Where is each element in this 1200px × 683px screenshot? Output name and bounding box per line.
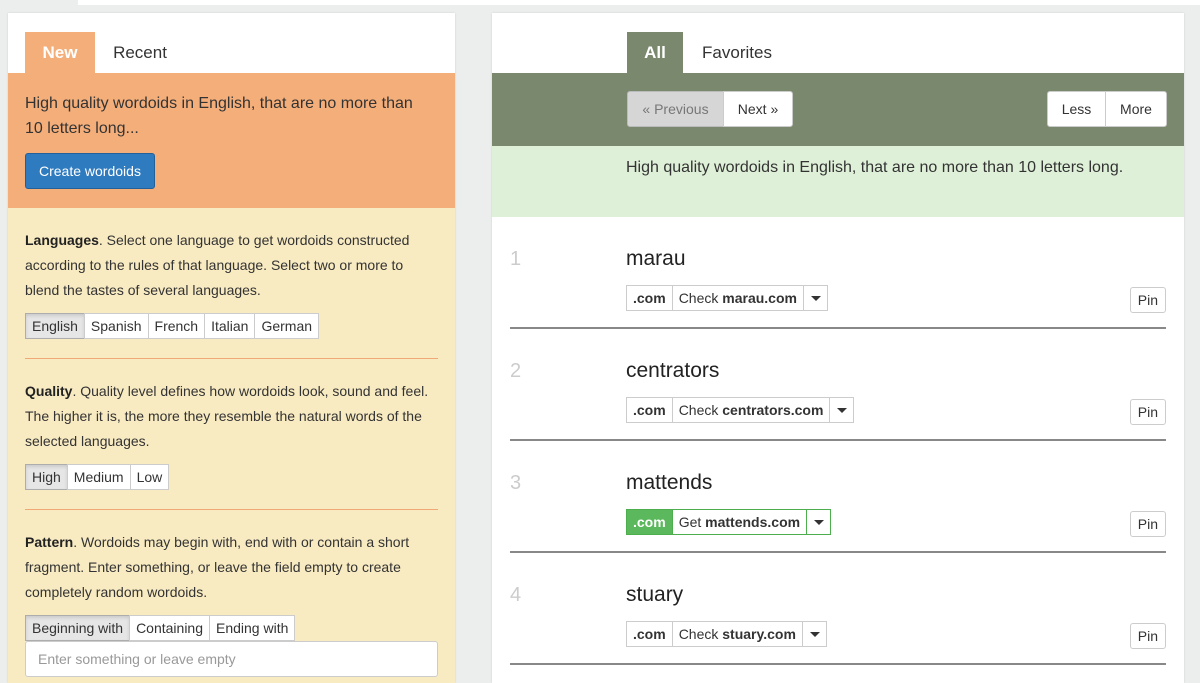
domain-name: mattends.com bbox=[705, 514, 801, 530]
quality-title: Quality bbox=[25, 383, 73, 399]
generator-summary: High quality wordoids in English, that a… bbox=[8, 73, 455, 208]
pattern-input[interactable] bbox=[25, 641, 438, 677]
more-button[interactable]: More bbox=[1105, 91, 1167, 127]
domain-action-label: Check bbox=[678, 290, 719, 306]
create-wordoids-button[interactable]: Create wordoids bbox=[25, 153, 155, 189]
domain-action-label: Check bbox=[678, 402, 719, 418]
domain-tld-button[interactable]: .com bbox=[626, 621, 673, 647]
check-domain-button[interactable]: Check stuary.com bbox=[672, 621, 803, 647]
pattern-option-containing[interactable]: Containing bbox=[129, 615, 210, 641]
less-button[interactable]: Less bbox=[1047, 91, 1106, 127]
pin-button[interactable]: Pin bbox=[1129, 287, 1166, 313]
domain-button-group: .com Check marau.com bbox=[626, 285, 828, 311]
domain-action-label: Check bbox=[678, 626, 719, 642]
tab-recent[interactable]: Recent bbox=[105, 32, 175, 73]
language-option-french[interactable]: French bbox=[147, 313, 206, 339]
result-number: 3 bbox=[510, 472, 522, 494]
tab-favorites[interactable]: Favorites bbox=[692, 32, 782, 73]
domain-name: marau.com bbox=[722, 290, 797, 306]
tab-new[interactable]: New bbox=[25, 32, 95, 73]
result-word: stuary bbox=[626, 583, 684, 606]
get-domain-button[interactable]: Get mattends.com bbox=[672, 509, 808, 535]
next-page-button[interactable]: Next » bbox=[723, 91, 793, 127]
quality-selector: High Medium Low bbox=[25, 464, 438, 490]
result-number: 1 bbox=[510, 248, 522, 270]
list-item: 2 centrators .com Check centrators.com P… bbox=[510, 329, 1166, 441]
result-number: 4 bbox=[510, 584, 522, 606]
domain-button-group: .com Check stuary.com bbox=[626, 621, 827, 647]
chevron-down-icon[interactable] bbox=[830, 397, 855, 423]
languages-section: Languages. Select one language to get wo… bbox=[25, 228, 438, 339]
previous-page-button[interactable]: « Previous bbox=[627, 91, 724, 127]
quality-option-low[interactable]: Low bbox=[129, 464, 170, 490]
results-tabs: All Favorites bbox=[492, 13, 1184, 73]
language-option-english[interactable]: English bbox=[25, 313, 85, 339]
pin-button[interactable]: Pin bbox=[1129, 511, 1166, 537]
domain-tld-button[interactable]: .com bbox=[626, 397, 673, 423]
languages-help: Languages. Select one language to get wo… bbox=[25, 228, 440, 303]
domain-tld-button[interactable]: .com bbox=[626, 285, 673, 311]
generator-tabs: New Recent bbox=[8, 13, 455, 73]
results-info: High quality wordoids in English, that a… bbox=[492, 146, 1184, 217]
check-domain-button[interactable]: Check marau.com bbox=[672, 285, 804, 311]
result-number: 2 bbox=[510, 360, 522, 382]
list-item: 1 marau .com Check marau.com Pin bbox=[510, 217, 1166, 329]
section-divider bbox=[25, 509, 438, 510]
quality-text: . Quality level defines how wordoids loo… bbox=[25, 383, 429, 449]
quality-option-medium[interactable]: Medium bbox=[66, 464, 131, 490]
language-option-spanish[interactable]: Spanish bbox=[83, 313, 149, 339]
results-panel: All Favorites « Previous Next » Less Mor… bbox=[492, 13, 1184, 683]
language-selector: English Spanish French Italian German bbox=[25, 313, 438, 339]
domain-button-group: .com Get mattends.com bbox=[626, 509, 832, 535]
list-item: 3 mattends .com Get mattends.com Pin bbox=[510, 441, 1166, 553]
domain-tld-button[interactable]: .com bbox=[626, 509, 673, 535]
language-option-italian[interactable]: Italian bbox=[204, 313, 256, 339]
pattern-section: Pattern. Wordoids may begin with, end wi… bbox=[25, 530, 438, 677]
domain-action-label: Get bbox=[678, 514, 702, 530]
domain-button-group: .com Check centrators.com bbox=[626, 397, 855, 423]
pin-button[interactable]: Pin bbox=[1129, 623, 1166, 649]
chevron-down-icon[interactable] bbox=[807, 509, 832, 535]
results-description: High quality wordoids in English, that a… bbox=[626, 159, 1124, 176]
pin-button[interactable]: Pin bbox=[1129, 399, 1166, 425]
domain-name: centrators.com bbox=[722, 402, 824, 418]
tab-all[interactable]: All bbox=[627, 32, 683, 73]
pattern-mode-selector: Beginning with Containing Ending with bbox=[25, 615, 438, 641]
list-item: 4 stuary .com Check stuary.com Pin bbox=[510, 553, 1166, 665]
generator-description: High quality wordoids in English, that a… bbox=[25, 95, 413, 137]
pattern-title: Pattern bbox=[25, 534, 74, 550]
pattern-option-ending[interactable]: Ending with bbox=[209, 615, 296, 641]
generator-options: Languages. Select one language to get wo… bbox=[8, 208, 455, 683]
quality-section: Quality. Quality level defines how wordo… bbox=[25, 379, 438, 490]
languages-title: Languages bbox=[25, 232, 99, 248]
result-word: mattends bbox=[626, 471, 713, 494]
chevron-down-icon[interactable] bbox=[803, 285, 828, 311]
results-toolbar: « Previous Next » Less More bbox=[492, 73, 1184, 146]
section-divider bbox=[25, 358, 438, 359]
result-word: marau bbox=[626, 247, 686, 270]
pattern-option-beginning[interactable]: Beginning with bbox=[25, 615, 131, 641]
top-strip bbox=[78, 0, 1200, 5]
check-domain-button[interactable]: Check centrators.com bbox=[672, 397, 831, 423]
generator-panel: New Recent High quality wordoids in Engl… bbox=[8, 13, 455, 683]
result-word: centrators bbox=[626, 359, 720, 382]
quality-help: Quality. Quality level defines how wordo… bbox=[25, 379, 440, 454]
domain-name: stuary.com bbox=[722, 626, 796, 642]
language-option-german[interactable]: German bbox=[254, 313, 320, 339]
pattern-help: Pattern. Wordoids may begin with, end wi… bbox=[25, 530, 440, 605]
chevron-down-icon[interactable] bbox=[802, 621, 827, 647]
results-list: 1 marau .com Check marau.com Pin 2 centr… bbox=[492, 217, 1184, 665]
pattern-text: . Wordoids may begin with, end with or c… bbox=[25, 534, 410, 600]
quality-option-high[interactable]: High bbox=[25, 464, 68, 490]
